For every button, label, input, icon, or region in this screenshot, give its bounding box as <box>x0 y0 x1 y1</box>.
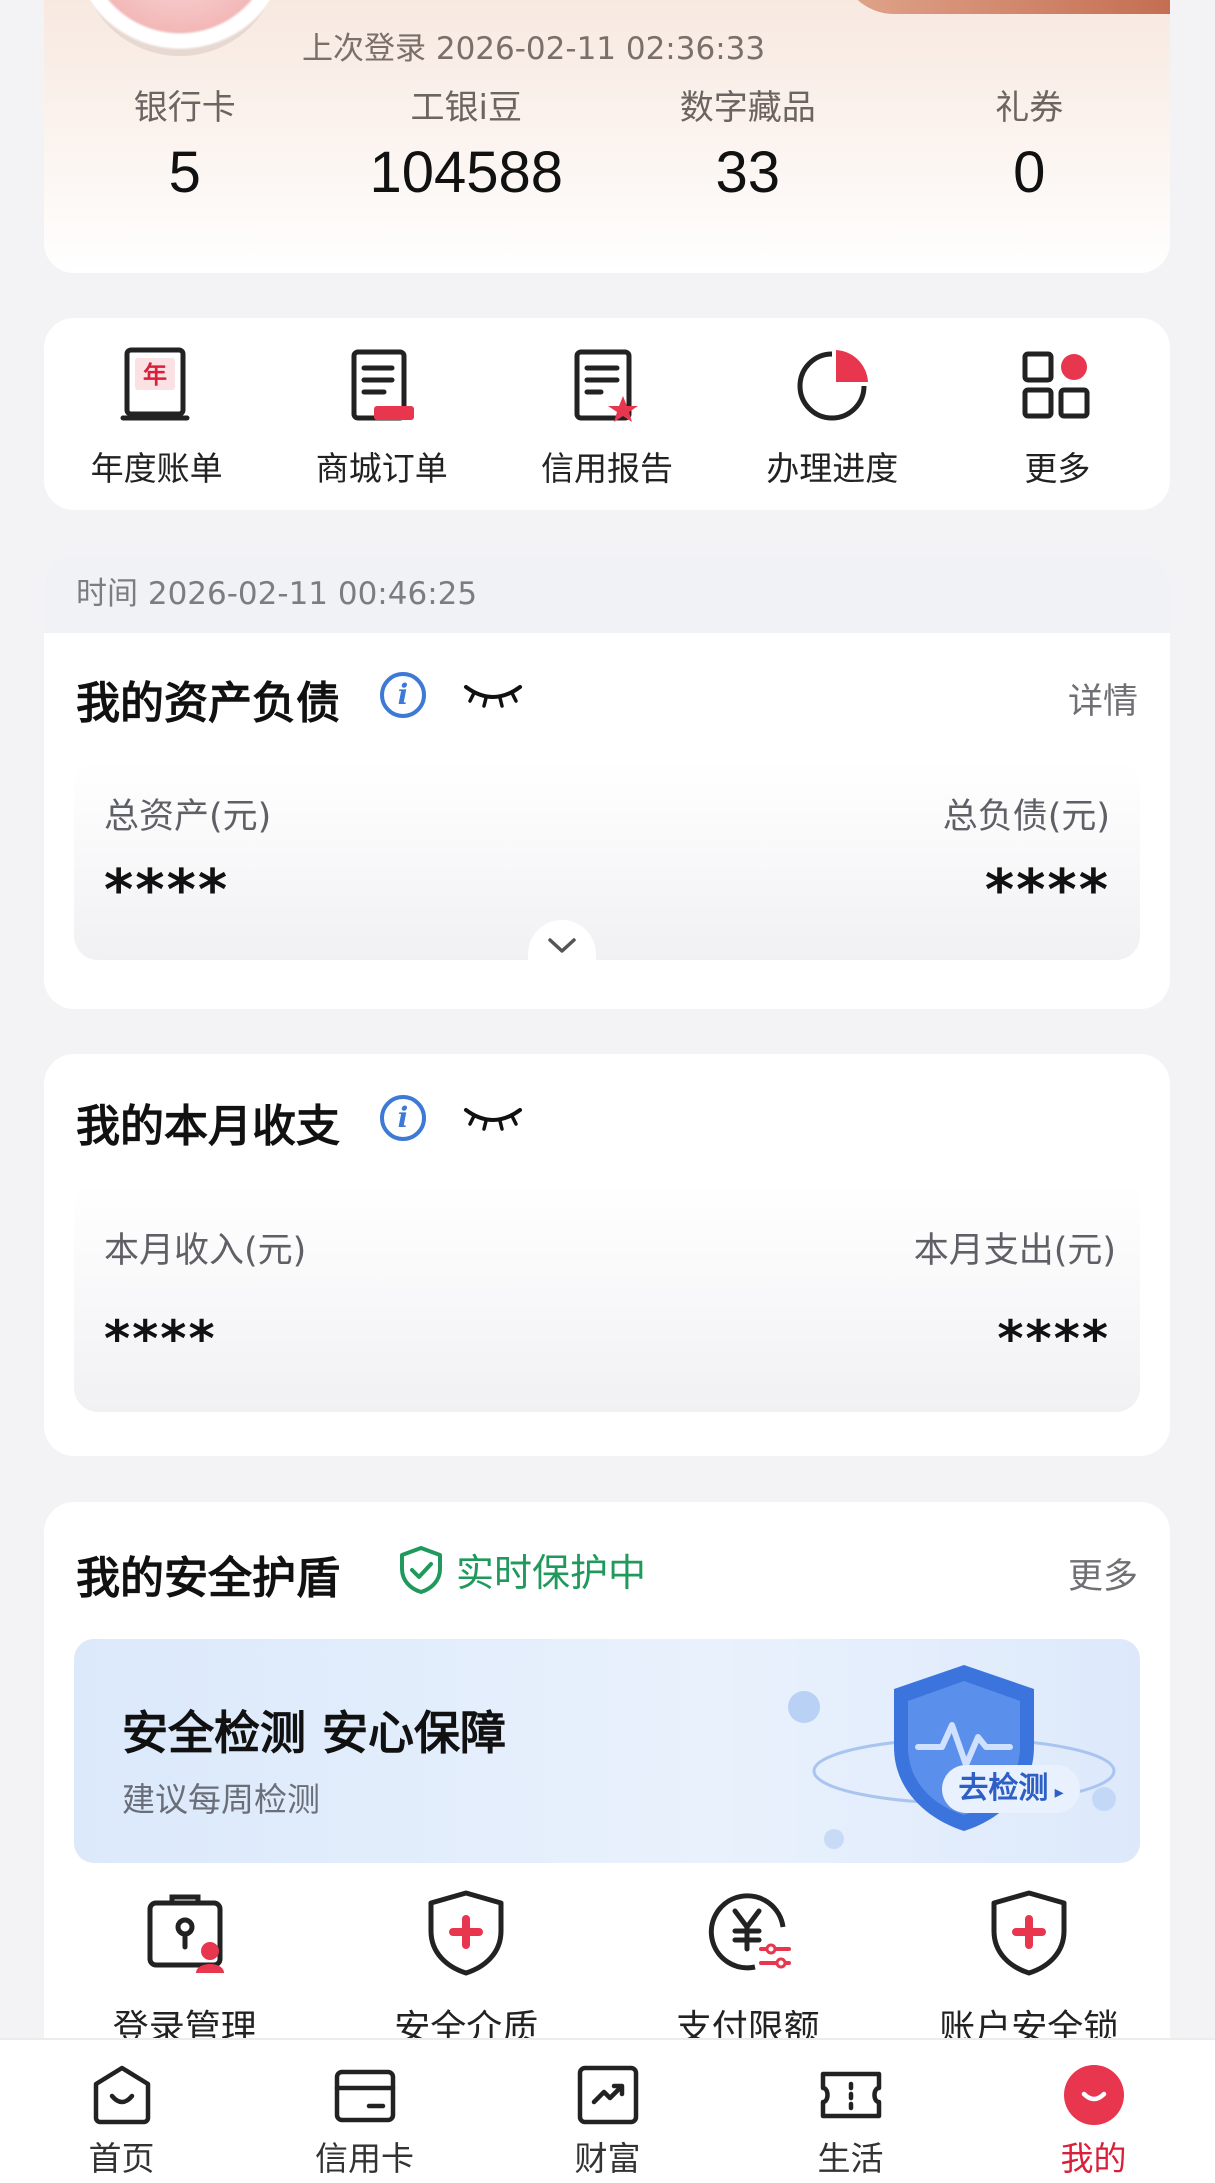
security-shield-graphic <box>788 1665 1116 1849</box>
avatar[interactable] <box>80 0 280 56</box>
login-management-icon <box>147 1894 224 1973</box>
asset-liability-title: 我的资产负债 <box>76 678 340 729</box>
total-assets-value: **** <box>104 858 230 923</box>
shortcut-label: 更多 <box>1024 449 1091 488</box>
asset-summary-panel[interactable]: 总资产(元) **** 总负债(元) **** <box>74 760 1140 960</box>
account-lock-icon <box>991 1890 1067 1976</box>
security-more-link[interactable]: 更多 <box>1068 1548 1138 1599</box>
stat-value: 104588 <box>369 140 564 205</box>
security-media-icon <box>428 1890 504 1976</box>
total-assets-label: 总资产(元) <box>104 797 272 837</box>
shortcut-more[interactable]: 更多 <box>945 344 1170 510</box>
security-title: 我的安全护盾 <box>76 1553 340 1604</box>
monthly-summary-panel[interactable]: 本月收入(元) **** 本月支出(元) **** <box>74 1182 1140 1412</box>
income-value: **** <box>104 1310 217 1368</box>
nav-label: 生活 <box>817 2139 884 2178</box>
last-login-time: 上次登录 2026-02-11 02:36:33 <box>302 31 766 67</box>
nav-label: 信用卡 <box>315 2139 414 2178</box>
stat-value: 33 <box>715 140 780 205</box>
shortcut-label: 商城订单 <box>315 449 448 488</box>
nav-label: 我的 <box>1060 2139 1127 2178</box>
home-icon <box>93 2065 150 2125</box>
info-icon[interactable]: i <box>380 1095 426 1141</box>
progress-icon <box>797 350 869 421</box>
security-item-login-management[interactable]: 登录管理 <box>44 1887 326 2051</box>
credit-card-icon <box>334 2069 395 2123</box>
security-item-account-lock[interactable]: 账户安全锁 <box>889 1887 1171 2051</box>
stat-label: 工银i豆 <box>410 88 522 128</box>
shortcut-credit-report[interactable]: 信用报告 <box>494 344 719 510</box>
eye-closed-icon[interactable] <box>462 1102 524 1132</box>
asset-liability-card: 时间 2026-02-11 00:46:25 我的资产负债 i 详情 总资产(元… <box>44 555 1170 1009</box>
shortcut-bar: 年 年度账单 商城订单 信用报告 办理进度 更多 <box>44 318 1170 510</box>
ticket-icon <box>820 2071 881 2119</box>
mine-icon <box>1063 2065 1124 2125</box>
more-grid-icon <box>1022 351 1090 419</box>
profile-card: 上次登录 2026-02-11 02:36:33 银行卡 5 工银i豆 1045… <box>44 0 1170 273</box>
nav-mine[interactable]: 我的 <box>972 2040 1215 2183</box>
nav-label: 首页 <box>88 2139 155 2178</box>
nav-wealth[interactable]: 财富 <box>486 2040 729 2183</box>
monthly-income-expense-card: 我的本月收支 i 本月收入(元) **** 本月支出(元) **** <box>44 1054 1170 1456</box>
payment-limit-icon <box>708 1893 791 1971</box>
security-item-security-media[interactable]: 安全介质 <box>326 1887 608 2051</box>
nav-life[interactable]: 生活 <box>729 2040 972 2183</box>
security-items: 登录管理 安全介质 支付限额 账户安全锁 <box>44 1887 1170 2051</box>
nav-label: 财富 <box>574 2139 641 2178</box>
svg-text:年: 年 <box>143 361 167 389</box>
bottom-nav: 首页 信用卡 财富 生活 我的 <box>0 2038 1215 2183</box>
stat-label: 数字藏品 <box>679 88 816 128</box>
protection-status-text: 实时保护中 <box>456 1551 647 1595</box>
stat-value: 0 <box>1013 140 1046 205</box>
credit-report-icon <box>574 349 638 422</box>
go-check-label: 去检测 <box>958 1771 1049 1806</box>
stat-label: 银行卡 <box>133 88 236 128</box>
expense-value: **** <box>997 1310 1110 1368</box>
mall-order-icon <box>351 349 414 421</box>
shortcut-mall-order[interactable]: 商城订单 <box>269 344 494 510</box>
go-check-button[interactable]: 去检测 ▸ <box>942 1765 1080 1813</box>
profile-decoration <box>840 0 1170 14</box>
expand-assets-button[interactable] <box>528 920 596 962</box>
monthly-title: 我的本月收支 <box>76 1101 340 1152</box>
stat-coupons[interactable]: 礼券 0 <box>889 80 1171 206</box>
eye-closed-icon[interactable] <box>462 679 524 709</box>
protection-status: 实时保护中 <box>398 1542 646 1597</box>
total-liabilities-label: 总负债(元) <box>942 797 1110 837</box>
stat-bank-cards[interactable]: 银行卡 5 <box>44 80 326 206</box>
shortcut-label: 办理进度 <box>766 449 899 488</box>
shortcut-annual-bill[interactable]: 年 年度账单 <box>44 344 269 510</box>
data-time: 时间 2026-02-11 00:46:25 <box>44 555 1170 633</box>
stat-points[interactable]: 工银i豆 104588 <box>326 80 608 206</box>
stat-digital-collections[interactable]: 数字藏品 33 <box>607 80 889 206</box>
chevron-down-icon <box>548 938 576 953</box>
shield-check-icon <box>400 1545 442 1594</box>
stat-label: 礼券 <box>995 88 1064 128</box>
total-liabilities-value: **** <box>984 858 1110 923</box>
banner-title: 安全检测 安心保障 <box>122 1706 507 1760</box>
annual-bill-icon: 年 <box>120 347 190 421</box>
wealth-chart-icon <box>577 2065 638 2125</box>
nav-credit-card[interactable]: 信用卡 <box>243 2040 486 2183</box>
income-label: 本月收入(元) <box>104 1231 307 1271</box>
security-item-payment-limit[interactable]: 支付限额 <box>607 1887 889 2051</box>
asset-detail-link[interactable]: 详情 <box>1068 673 1138 724</box>
shortcut-label: 年度账单 <box>90 449 223 488</box>
info-icon[interactable]: i <box>380 672 426 718</box>
stat-value: 5 <box>168 140 201 205</box>
shortcut-progress[interactable]: 办理进度 <box>720 344 945 510</box>
expense-label: 本月支出(元) <box>913 1231 1116 1271</box>
profile-stats: 银行卡 5 工银i豆 104588 数字藏品 33 礼券 0 <box>44 80 1170 206</box>
banner-subtitle: 建议每周检测 <box>122 1780 320 1819</box>
security-check-banner[interactable]: 安全检测 安心保障 建议每周检测 去检测 ▸ <box>74 1639 1140 1863</box>
nav-home[interactable]: 首页 <box>0 2040 243 2183</box>
shortcut-label: 信用报告 <box>541 449 673 488</box>
